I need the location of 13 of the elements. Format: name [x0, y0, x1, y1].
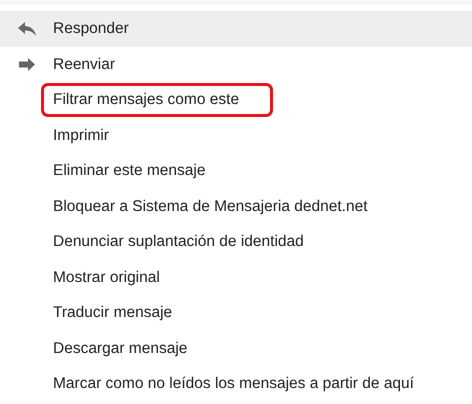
- reply-arrow-icon: [18, 22, 36, 36]
- right-arrow-icon: [19, 58, 35, 71]
- menu-item[interactable]: Traducir mensaje: [0, 295, 472, 330]
- menu-item[interactable]: Reenviar: [0, 46, 472, 82]
- menu-item[interactable]: Imprimir: [0, 118, 472, 153]
- menu-item[interactable]: Marcar como no leídos los mensajes a partir de aquí: [0, 366, 472, 402]
- menu-item[interactable]: Descargar mensaje: [0, 330, 472, 366]
- menu-item[interactable]: Mostrar original: [0, 260, 472, 295]
- menu-item[interactable]: Responder: [0, 11, 472, 46]
- menu-item[interactable]: Denunciar suplantación de identidad: [0, 224, 472, 260]
- menu-item[interactable]: Bloquear a Sistema de Mensajeria dednet.net: [0, 188, 472, 224]
- menu-item[interactable]: Filtrar mensajes como este: [0, 82, 472, 118]
- menu-item[interactable]: Eliminar este mensaje: [0, 153, 472, 188]
